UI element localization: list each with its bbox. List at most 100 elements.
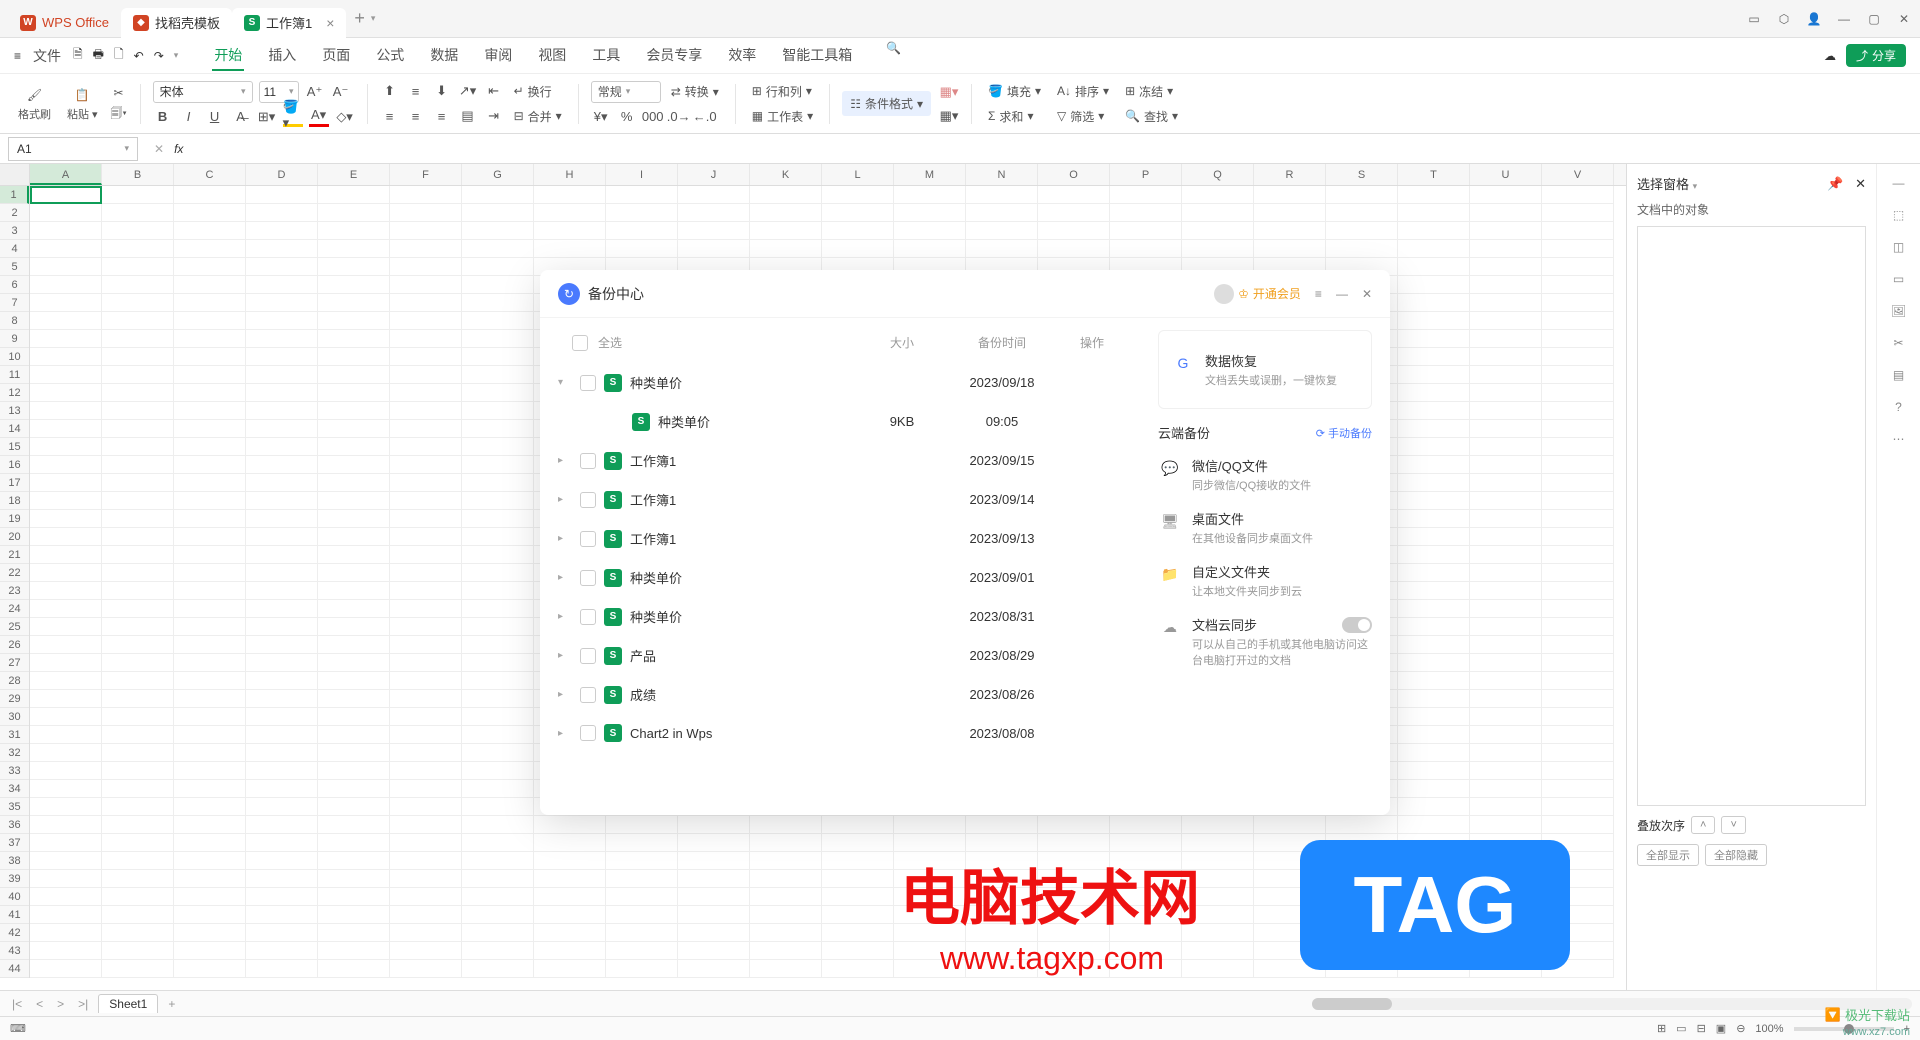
- cell[interactable]: [822, 204, 894, 222]
- row-header[interactable]: 35: [0, 798, 29, 816]
- view-normal-icon[interactable]: ⊞: [1657, 1022, 1666, 1035]
- name-box[interactable]: A1▾: [8, 137, 138, 161]
- cell[interactable]: [750, 924, 822, 942]
- cell[interactable]: [246, 258, 318, 276]
- cell[interactable]: [606, 906, 678, 924]
- cond-format-button[interactable]: ☷条件格式▾: [842, 91, 931, 116]
- cell[interactable]: [30, 384, 102, 402]
- cell[interactable]: [462, 798, 534, 816]
- cell[interactable]: [174, 204, 246, 222]
- cell[interactable]: [390, 474, 462, 492]
- cell[interactable]: [318, 294, 390, 312]
- cell[interactable]: [750, 870, 822, 888]
- help-icon[interactable]: ?: [1895, 400, 1902, 414]
- find-button[interactable]: 🔍查找▾: [1121, 106, 1182, 127]
- cell[interactable]: [246, 528, 318, 546]
- cell[interactable]: [174, 906, 246, 924]
- cell[interactable]: [174, 924, 246, 942]
- cell[interactable]: [318, 420, 390, 438]
- cell[interactable]: [1542, 582, 1614, 600]
- file-checkbox[interactable]: [580, 531, 596, 547]
- cell[interactable]: [174, 258, 246, 276]
- sheet-last-icon[interactable]: >|: [74, 997, 92, 1011]
- col-header[interactable]: N: [966, 164, 1038, 185]
- cell[interactable]: [318, 924, 390, 942]
- cell[interactable]: [1542, 510, 1614, 528]
- cell[interactable]: [750, 906, 822, 924]
- image-icon[interactable]: 🖼: [1891, 304, 1906, 318]
- col-header[interactable]: R: [1254, 164, 1326, 185]
- hamburger-icon[interactable]: ≡: [14, 49, 21, 63]
- cell[interactable]: [1398, 222, 1470, 240]
- cell[interactable]: [174, 780, 246, 798]
- col-header[interactable]: I: [606, 164, 678, 185]
- cell-style-icon[interactable]: ▦▾: [939, 82, 959, 102]
- cell[interactable]: [390, 348, 462, 366]
- cell[interactable]: [678, 888, 750, 906]
- expand-icon[interactable]: ▸: [558, 611, 572, 622]
- cell[interactable]: [606, 852, 678, 870]
- cell[interactable]: [30, 852, 102, 870]
- cell[interactable]: [390, 654, 462, 672]
- cell[interactable]: [390, 960, 462, 978]
- cell[interactable]: [1470, 348, 1542, 366]
- cell[interactable]: [174, 564, 246, 582]
- col-header[interactable]: B: [102, 164, 174, 185]
- cell[interactable]: [390, 276, 462, 294]
- file-checkbox[interactable]: [580, 570, 596, 586]
- cell[interactable]: [1542, 600, 1614, 618]
- cell[interactable]: [30, 816, 102, 834]
- cell[interactable]: [1470, 654, 1542, 672]
- cell[interactable]: [462, 510, 534, 528]
- cell[interactable]: [102, 708, 174, 726]
- cell[interactable]: [1110, 186, 1182, 204]
- share-button[interactable]: ⤴ 分享: [1846, 44, 1906, 67]
- cell[interactable]: [822, 222, 894, 240]
- cell[interactable]: [102, 294, 174, 312]
- cell[interactable]: [606, 924, 678, 942]
- cell[interactable]: [30, 654, 102, 672]
- cell[interactable]: [390, 456, 462, 474]
- col-header[interactable]: O: [1038, 164, 1110, 185]
- cell[interactable]: [1398, 294, 1470, 312]
- cell[interactable]: [246, 942, 318, 960]
- row-header[interactable]: 11: [0, 366, 29, 384]
- cell[interactable]: [30, 258, 102, 276]
- close-pane-icon[interactable]: ✕: [1855, 176, 1866, 191]
- cell[interactable]: [246, 600, 318, 618]
- cell[interactable]: [390, 816, 462, 834]
- cell[interactable]: [750, 186, 822, 204]
- cell[interactable]: [1038, 816, 1110, 834]
- cell[interactable]: [318, 528, 390, 546]
- cell[interactable]: [318, 438, 390, 456]
- app-tab-doc[interactable]: S 工作簿1 ×: [232, 8, 346, 38]
- tab-smart[interactable]: 智能工具箱: [780, 41, 854, 71]
- cell[interactable]: [318, 582, 390, 600]
- cell[interactable]: [174, 438, 246, 456]
- underline-button[interactable]: U: [205, 107, 225, 127]
- cell[interactable]: [1542, 420, 1614, 438]
- cell[interactable]: [174, 312, 246, 330]
- cell[interactable]: [390, 258, 462, 276]
- decrease-font-icon[interactable]: A⁻: [331, 82, 351, 102]
- cell[interactable]: [174, 402, 246, 420]
- cell[interactable]: [318, 636, 390, 654]
- cell[interactable]: [102, 906, 174, 924]
- row-header[interactable]: 15: [0, 438, 29, 456]
- cell[interactable]: [102, 780, 174, 798]
- cell[interactable]: [174, 510, 246, 528]
- cell[interactable]: [102, 636, 174, 654]
- tools-icon[interactable]: ✂: [1893, 336, 1903, 350]
- cell[interactable]: [534, 960, 606, 978]
- cell[interactable]: [246, 870, 318, 888]
- cell[interactable]: [1542, 492, 1614, 510]
- cell[interactable]: [678, 240, 750, 258]
- cell[interactable]: [174, 852, 246, 870]
- row-header[interactable]: 4: [0, 240, 29, 258]
- row-header[interactable]: 26: [0, 636, 29, 654]
- cell[interactable]: [894, 186, 966, 204]
- cell[interactable]: [318, 204, 390, 222]
- cell[interactable]: [174, 276, 246, 294]
- row-header[interactable]: 9: [0, 330, 29, 348]
- cell[interactable]: [30, 276, 102, 294]
